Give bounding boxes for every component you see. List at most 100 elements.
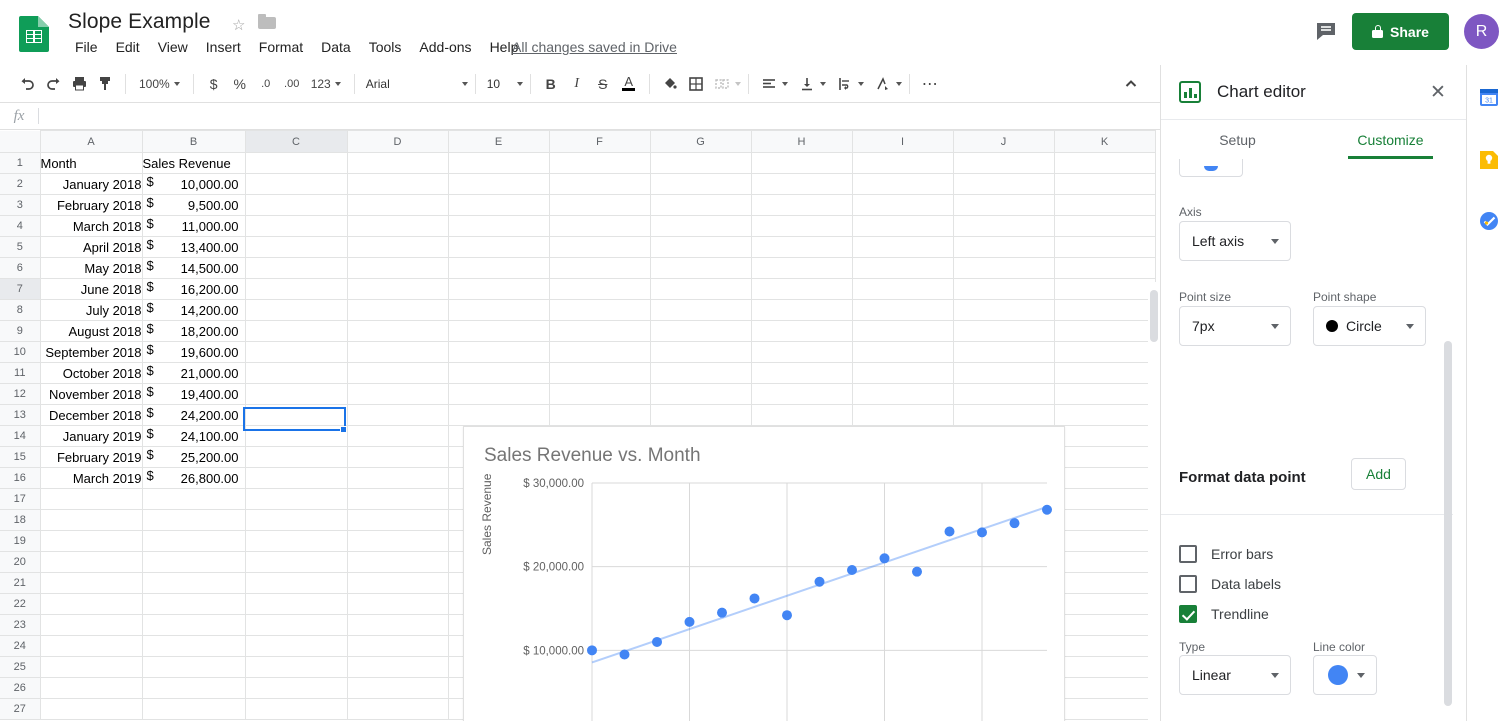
cell-G9[interactable] [649,320,752,342]
row-header-18[interactable]: 18 [0,509,41,531]
cell-D3[interactable] [346,194,449,216]
chart-point[interactable] [847,565,857,576]
menu-edit[interactable]: Edit [107,36,149,58]
cell-B5[interactable]: $13,400.00 [141,236,246,258]
italic-button[interactable]: I [564,71,590,97]
cell-B21[interactable] [141,572,246,594]
cell-J12[interactable] [952,383,1055,405]
cell-E4[interactable] [447,215,550,237]
merge-cells-icon[interactable] [709,71,735,97]
strikethrough-button[interactable]: S [590,71,616,97]
cell-J10[interactable] [952,341,1055,363]
collapse-menus-icon[interactable] [1120,73,1142,95]
cell-K25[interactable] [1053,656,1156,678]
cell-J3[interactable] [952,194,1055,216]
percent-format-button[interactable]: % [227,71,253,97]
cell-B12[interactable]: $19,400.00 [141,383,246,405]
cell-A18[interactable] [39,509,143,531]
cell-E12[interactable] [447,383,550,405]
cell-H9[interactable] [750,320,853,342]
bold-button[interactable]: B [538,71,564,97]
row-header-27[interactable]: 27 [0,698,41,720]
cell-K26[interactable] [1053,677,1156,699]
cell-H2[interactable] [750,173,853,195]
cell-K19[interactable] [1053,530,1156,552]
cell-J9[interactable] [952,320,1055,342]
increase-decimal-button[interactable]: .00 [279,71,305,97]
fill-handle[interactable] [340,426,347,433]
cell-K2[interactable] [1053,173,1156,195]
cell-A19[interactable] [39,530,143,552]
cell-C5[interactable] [244,236,348,258]
cell-D18[interactable] [346,509,449,531]
cell-D14[interactable] [346,425,449,447]
column-header-f[interactable]: F [548,130,651,153]
cell-G1[interactable] [649,152,752,174]
cell-C17[interactable] [244,488,348,510]
chart-point[interactable] [879,553,890,564]
cell-G13[interactable] [649,404,752,426]
cell-G11[interactable] [649,362,752,384]
horizontal-align-icon[interactable] [756,71,782,97]
select-all-corner[interactable] [0,130,41,153]
chart-point[interactable] [1042,504,1052,515]
menu-format[interactable]: Format [250,36,312,58]
redo-icon[interactable] [40,71,66,97]
cell-K24[interactable] [1053,635,1156,657]
add-data-point-button[interactable]: Add [1351,458,1406,490]
cell-K22[interactable] [1053,593,1156,615]
menu-insert[interactable]: Insert [197,36,250,58]
row-header-3[interactable]: 3 [0,194,41,216]
cell-I6[interactable] [851,257,954,279]
cell-K11[interactable] [1053,362,1156,384]
row-header-23[interactable]: 23 [0,614,41,636]
cell-J4[interactable] [952,215,1055,237]
document-title[interactable]: Slope Example [68,10,211,34]
cell-D8[interactable] [346,299,449,321]
chart-point[interactable] [684,616,695,627]
error-bars-checkbox[interactable] [1179,545,1197,563]
borders-icon[interactable] [683,71,709,97]
cell-F2[interactable] [548,173,651,195]
text-rotation-icon[interactable] [870,71,896,97]
cell-K3[interactable] [1053,194,1156,216]
more-options-icon[interactable]: ⋯ [917,71,943,97]
chevron-down-icon[interactable] [461,81,468,86]
cell-C11[interactable] [244,362,348,384]
decrease-decimal-button[interactable]: .0 [253,71,279,97]
cell-B15[interactable]: $25,200.00 [141,446,246,468]
cell-J5[interactable] [952,236,1055,258]
cell-D27[interactable] [346,698,449,720]
cell-I2[interactable] [851,173,954,195]
undo-icon[interactable] [14,71,40,97]
chart-point[interactable] [749,593,760,604]
cell-C20[interactable] [244,551,348,573]
cell-E1[interactable] [447,152,550,174]
cell-D25[interactable] [346,656,449,678]
comment-icon[interactable] [1313,18,1339,44]
cell-G12[interactable] [649,383,752,405]
cell-J7[interactable] [952,278,1055,300]
cell-K23[interactable] [1053,614,1156,636]
row-header-2[interactable]: 2 [0,173,41,195]
row-header-24[interactable]: 24 [0,635,41,657]
menu-addons[interactable]: Add-ons [410,36,480,58]
cell-K16[interactable] [1053,467,1156,489]
print-icon[interactable] [66,71,92,97]
chart-point[interactable] [814,576,825,587]
cell-B4[interactable]: $11,000.00 [141,215,246,237]
cell-B23[interactable] [141,614,246,636]
cell-D20[interactable] [346,551,449,573]
cell-C16[interactable] [244,467,348,489]
cell-K5[interactable] [1053,236,1156,258]
cell-D13[interactable] [346,404,449,426]
cell-C27[interactable] [244,698,348,720]
vertical-align-icon[interactable] [794,71,820,97]
cell-F11[interactable] [548,362,651,384]
number-format-selector[interactable]: 123 [305,74,347,94]
cell-J11[interactable] [952,362,1055,384]
cell-F1[interactable] [548,152,651,174]
chart-point[interactable] [977,527,987,538]
row-header-7[interactable]: 7 [0,278,41,300]
cell-D16[interactable] [346,467,449,489]
